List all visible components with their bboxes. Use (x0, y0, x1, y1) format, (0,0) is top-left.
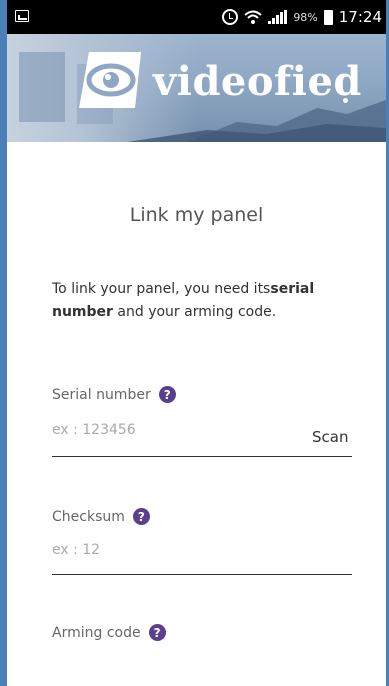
header-banner: videofied (7, 34, 386, 142)
checksum-label-text: Checksum (52, 508, 125, 525)
checksum-label: Checksum ? (52, 508, 150, 525)
serial-number-label-text: Serial number (52, 386, 151, 403)
page-title: Link my panel (129, 204, 264, 226)
arming-code-label-text: Arming code (52, 624, 141, 641)
app-frame: 98% 17:24 videofied Link my panel To lin… (7, 0, 386, 686)
scan-button[interactable]: Scan (312, 428, 348, 446)
arming-code-label: Arming code ? (52, 624, 166, 641)
serial-number-label: Serial number ? (52, 386, 176, 403)
battery-icon (323, 9, 333, 25)
checksum-input[interactable] (52, 536, 352, 564)
logo-text: videofied (153, 58, 362, 105)
serial-number-underline (52, 456, 352, 457)
eye-logo-icon (79, 52, 141, 108)
intro-suffix: and your arming code. (112, 304, 277, 320)
alarm-icon (222, 9, 239, 25)
serial-number-help-icon[interactable]: ? (158, 386, 176, 403)
arming-code-input[interactable] (52, 652, 352, 680)
status-bar: 98% 17:24 (7, 0, 386, 34)
intro-text: To link your panel, you need itsserial n… (52, 278, 352, 324)
arming-code-help-icon[interactable]: ? (148, 624, 166, 641)
intro-prefix: To link your panel, you need its (52, 281, 271, 297)
screenshot-icon (15, 10, 29, 22)
checksum-underline (52, 574, 352, 575)
checksum-help-icon[interactable]: ? (132, 508, 150, 525)
wifi-icon (244, 8, 262, 26)
logo-trademark-dot (343, 98, 348, 103)
serial-number-input[interactable] (52, 416, 352, 444)
status-bar-right: 98% 17:24 (222, 6, 382, 28)
signal-icon (268, 10, 288, 24)
clock: 17:24 (338, 8, 382, 26)
battery-percent: 98% (293, 10, 318, 24)
